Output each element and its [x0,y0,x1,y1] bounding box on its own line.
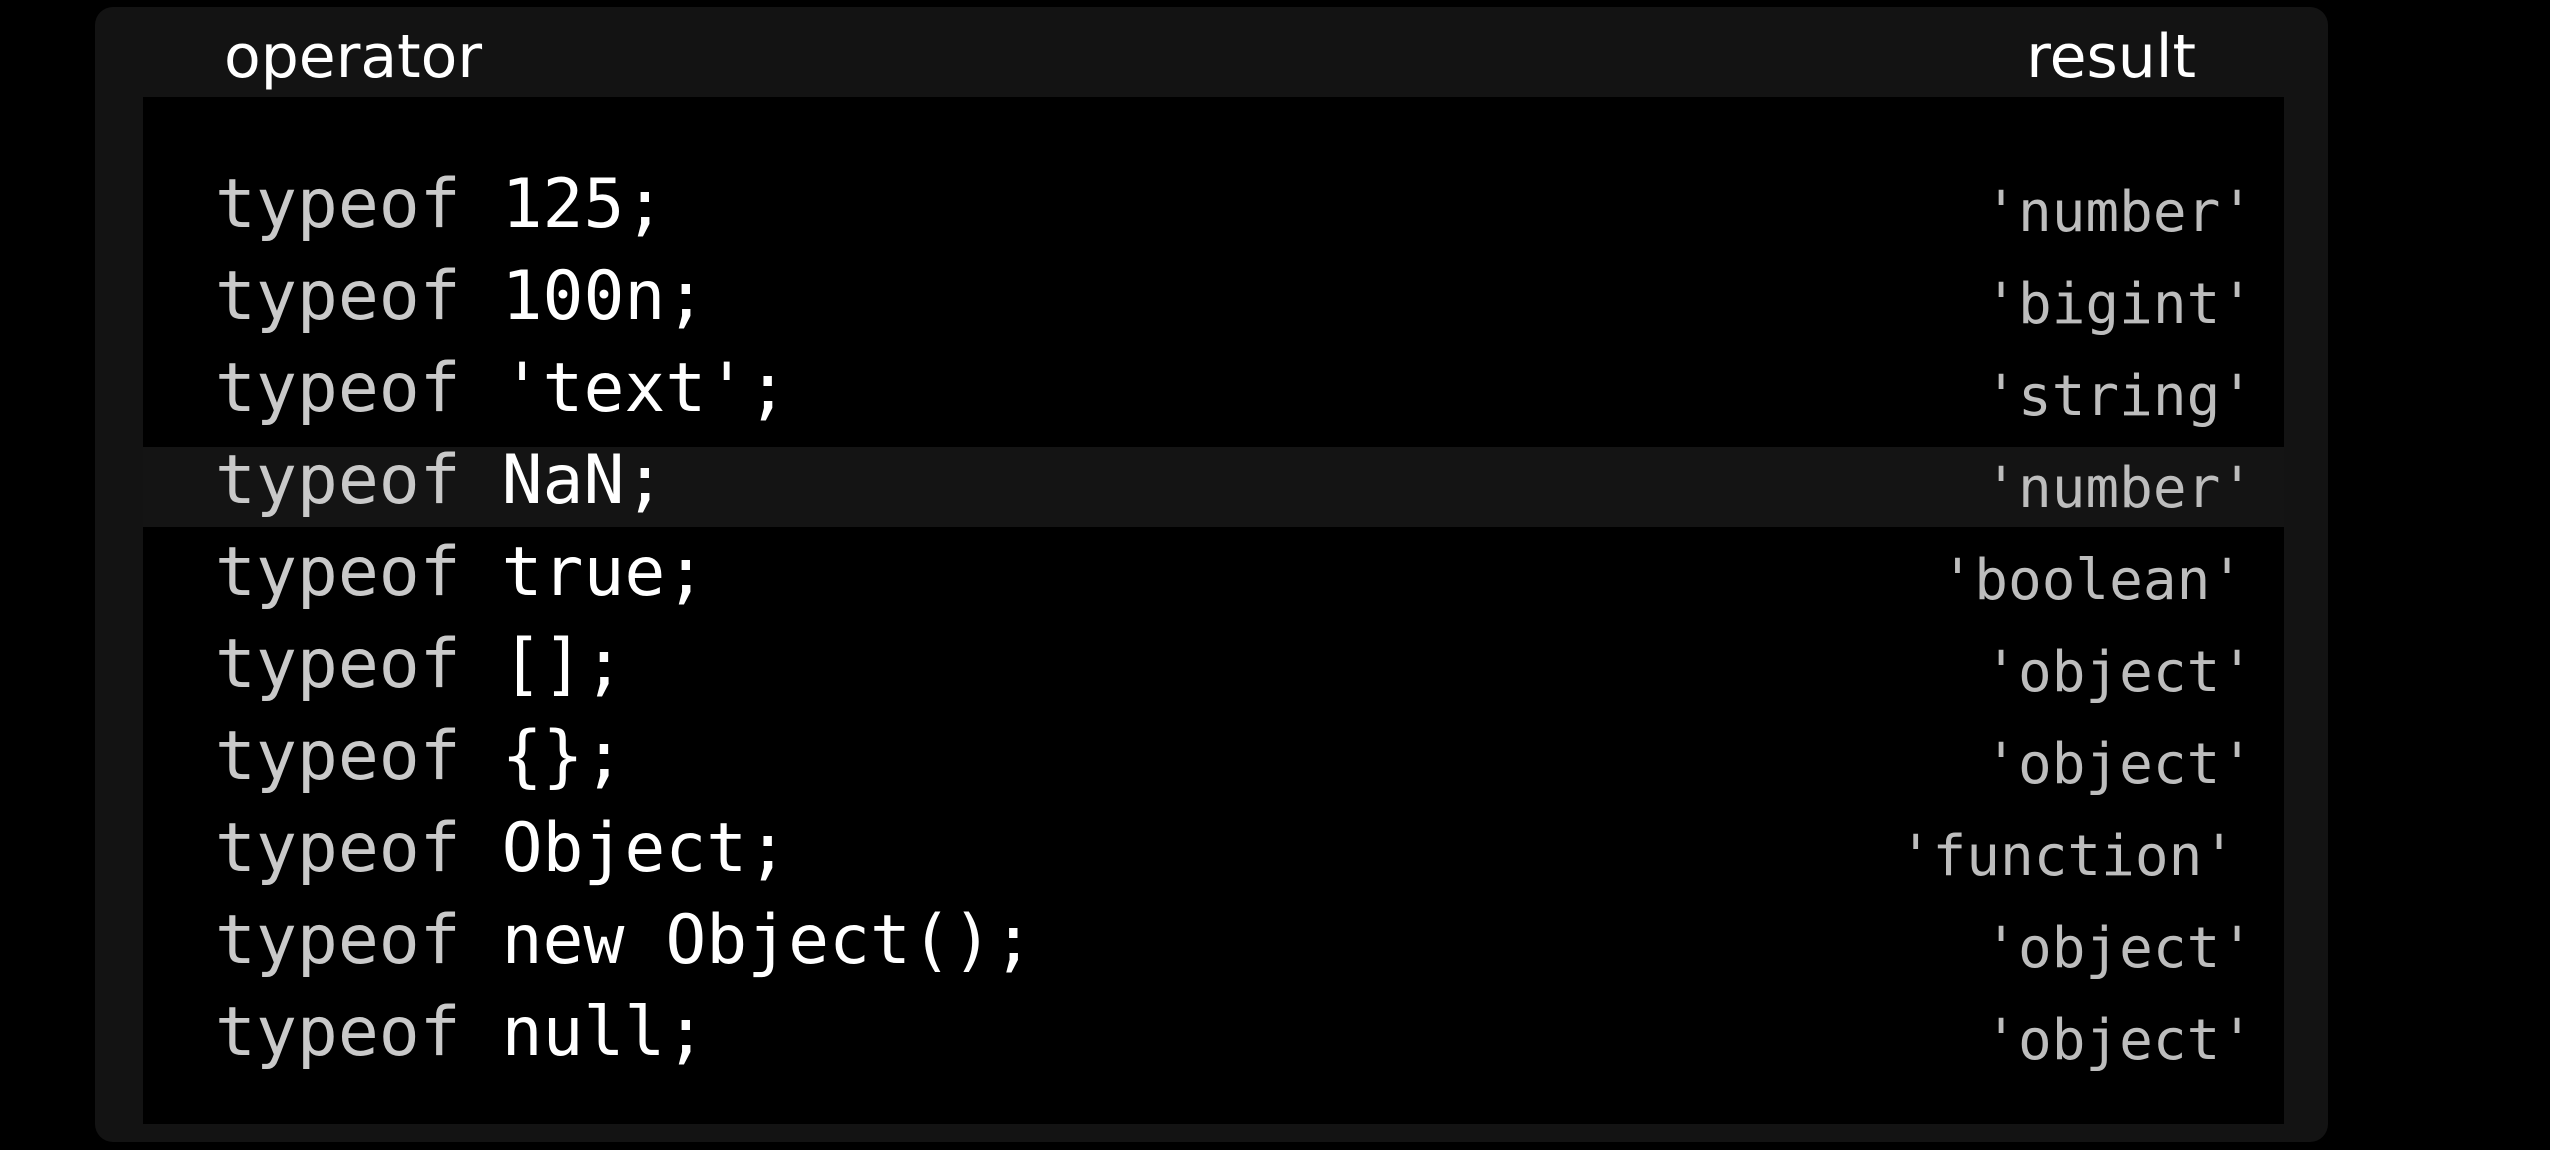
typeof-keyword: typeof [215,625,461,704]
typeof-keyword: typeof [215,717,461,796]
operator-expression: typeof 125; [215,165,665,245]
table-row: typeof Object; 'function' [143,803,2284,889]
operand: 100n; [501,257,707,336]
table-row: typeof new Object(); 'object' [143,895,2284,981]
operand: null; [501,993,707,1072]
operator-expression: typeof NaN; [215,441,665,521]
operand: []; [501,625,625,704]
table-row: typeof true; 'boolean' [143,527,2284,613]
result-value: 'number' [1984,456,2254,521]
result-value: 'boolean' [1940,548,2244,613]
operator-expression: typeof new Object(); [215,901,1034,981]
typeof-table-panel: operator result typeof 125; 'number' typ… [95,7,2328,1142]
operand: NaN; [501,441,666,520]
typeof-keyword: typeof [215,533,461,612]
code-area: typeof 125; 'number' typeof 100n; 'bigin… [143,97,2284,1124]
table-row: typeof []; 'object' [143,619,2284,705]
result-value: 'object' [1984,916,2254,981]
operator-expression: typeof null; [215,993,706,1073]
typeof-keyword: typeof [215,257,461,336]
operator-expression: typeof 100n; [215,257,706,337]
typeof-keyword: typeof [215,349,461,428]
operand: 'text'; [501,349,789,428]
table-row: typeof null; 'object' [143,987,2284,1073]
result-value: 'number' [1984,180,2254,245]
table-row: typeof 'text'; 'string' [143,343,2284,429]
typeof-keyword: typeof [215,993,461,1072]
result-value: 'object' [1984,1008,2254,1073]
result-value: 'object' [1984,640,2254,705]
table-row-highlighted: typeof NaN; 'number' [143,441,2284,527]
operator-expression: typeof 'text'; [215,349,788,429]
result-value: 'bigint' [1984,272,2254,337]
result-value: 'string' [1984,364,2254,429]
typeof-keyword: typeof [215,165,461,244]
operator-expression: typeof Object; [215,809,788,889]
typeof-keyword: typeof [215,809,461,888]
result-value: 'object' [1984,732,2254,797]
operand: {}; [501,717,625,796]
operator-column-header: operator [224,22,483,92]
operand: new Object(); [501,901,1034,980]
operand: true; [501,533,707,612]
table-row: typeof 125; 'number' [143,159,2284,245]
operator-expression: typeof []; [215,625,624,705]
table-row: typeof 100n; 'bigint' [143,251,2284,337]
typeof-keyword: typeof [215,901,461,980]
result-column-header: result [2026,22,2196,92]
result-value: 'function' [1898,824,2236,889]
operand: Object; [501,809,789,888]
operator-expression: typeof {}; [215,717,624,797]
table-row: typeof {}; 'object' [143,711,2284,797]
operator-expression: typeof true; [215,533,706,613]
operand: 125; [501,165,666,244]
typeof-keyword: typeof [215,441,461,520]
